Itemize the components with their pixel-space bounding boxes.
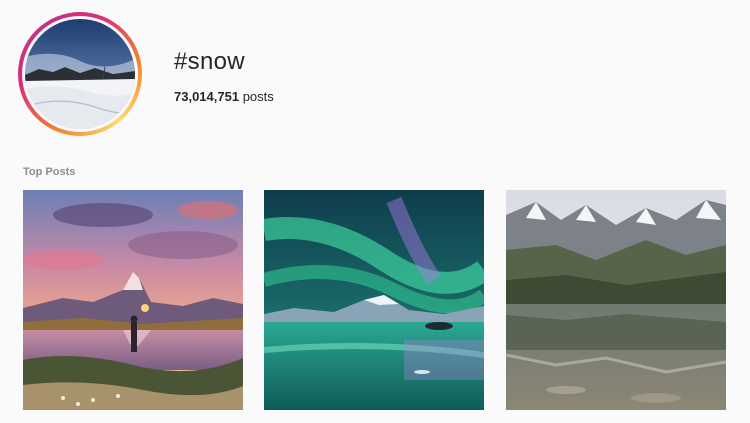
aurora-mountain-lake-photo <box>264 190 484 410</box>
top-post-1[interactable] <box>23 190 243 410</box>
post-count-suffix: posts <box>239 89 274 104</box>
post-count: 73,014,751 posts <box>174 89 274 104</box>
hashtag-profile-picture[interactable] <box>18 12 142 136</box>
top-post-3[interactable] <box>506 190 726 410</box>
alpine-lake-reflection-photo <box>506 190 726 410</box>
profile-picture-frame <box>22 16 138 132</box>
top-post-2[interactable] <box>264 190 484 410</box>
post-count-value: 73,014,751 <box>174 89 240 104</box>
hashtag-title: #snow <box>174 48 245 75</box>
matterhorn-sunset-photo <box>23 190 243 410</box>
snow-landscape-avatar-image <box>25 19 135 129</box>
top-posts-label: Top Posts <box>23 166 76 178</box>
